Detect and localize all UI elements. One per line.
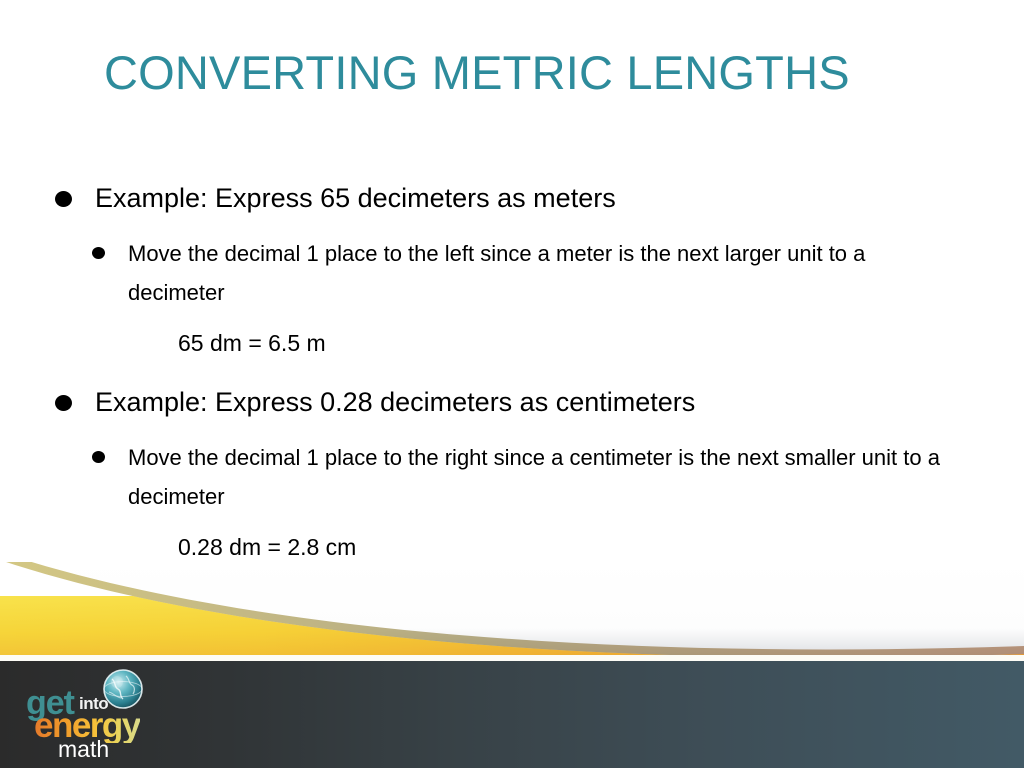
bullet-dot-icon (92, 451, 105, 463)
bullet-level1-text: Example: Express 65 decimeters as meters (95, 183, 616, 213)
bullet-level2-text: Move the decimal 1 place to the left sin… (128, 241, 866, 305)
slide-title: CONVERTING METRIC LENGTHS (104, 46, 850, 99)
bullet-level1: Example: Express 65 decimeters as meters (0, 178, 1024, 218)
bullet-dot-icon (55, 395, 72, 411)
bullet-dot-icon (92, 247, 105, 259)
bullet-level2-text: Move the decimal 1 place to the right si… (128, 445, 940, 509)
slide-canvas: CONVERTING METRIC LENGTHS Example: Expre… (0, 0, 1024, 768)
bullet-level2: Move the decimal 1 place to the right si… (0, 438, 1024, 516)
equation-line: 0.28 dm = 2.8 cm (178, 534, 357, 560)
bullet-dot-icon (55, 191, 72, 207)
globe-icon (103, 669, 143, 709)
bullet-level2: Move the decimal 1 place to the left sin… (0, 234, 1024, 312)
bullet-level1: Example: Express 0.28 decimeters as cent… (0, 382, 1024, 422)
equation-line: 65 dm = 6.5 m (178, 330, 326, 356)
content-block: Example: Express 65 decimeters as meters… (0, 178, 1024, 362)
get-into-energy-math-logo: get into energy math (22, 669, 202, 761)
bullet-level1-text: Example: Express 0.28 decimeters as cent… (95, 387, 696, 417)
content-block: Example: Express 0.28 decimeters as cent… (0, 382, 1024, 566)
logo-word-math: math (58, 736, 110, 762)
slide-body: Example: Express 65 decimeters as meters… (0, 178, 1024, 566)
